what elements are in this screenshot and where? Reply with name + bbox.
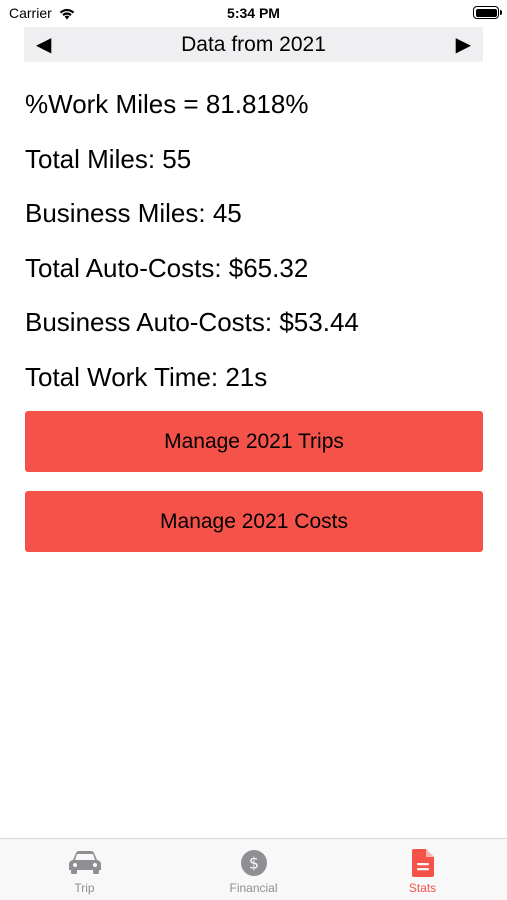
- tab-stats[interactable]: Stats: [338, 839, 507, 900]
- tab-bar: Trip $ Financial Stats: [0, 838, 507, 900]
- year-title: Data from 2021: [181, 32, 326, 56]
- stats-list: %Work Miles = 81.818% Total Miles: 55 Bu…: [25, 84, 359, 411]
- work-miles-percentage: %Work Miles = 81.818%: [25, 89, 309, 119]
- manage-costs-button[interactable]: Manage 2021 Costs: [25, 491, 483, 552]
- dollar-icon: $: [240, 850, 267, 876]
- car-icon: [68, 851, 101, 874]
- status-time: 5:34 PM: [227, 5, 280, 21]
- business-miles: Business Miles: 45: [25, 198, 242, 228]
- status-bar: Carrier 5:34 PM: [0, 0, 507, 28]
- tab-stats-label: Stats: [408, 881, 437, 895]
- next-year-button[interactable]: ▶: [456, 35, 471, 55]
- total-work-time: Total Work Time: 21s: [25, 361, 268, 392]
- document-icon: [411, 849, 434, 877]
- svg-text:$: $: [248, 854, 258, 873]
- previous-year-button[interactable]: ◀: [36, 35, 51, 55]
- business-auto-costs: Business Auto-Costs: $53.44: [25, 307, 359, 337]
- battery-icon: [473, 6, 502, 19]
- status-right: [473, 6, 502, 19]
- manage-trips-button[interactable]: Manage 2021 Trips: [25, 411, 483, 472]
- tab-financial[interactable]: $ Financial: [169, 839, 338, 900]
- total-auto-costs: Total Auto-Costs: $65.32: [25, 252, 309, 283]
- tab-trip-label: Trip: [74, 881, 95, 895]
- tab-trip[interactable]: Trip: [0, 839, 169, 900]
- tab-financial-label: Financial: [229, 881, 278, 895]
- year-navigator: ◀ Data from 2021 ▶: [24, 27, 483, 62]
- total-miles: Total Miles: 55: [25, 143, 192, 174]
